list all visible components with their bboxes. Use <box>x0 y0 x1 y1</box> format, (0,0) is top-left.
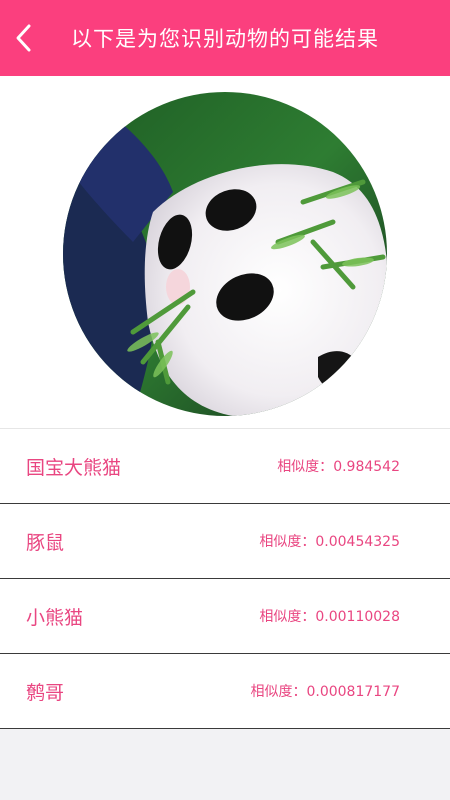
similarity-label: 相似度： <box>277 459 334 475</box>
image-section <box>0 76 450 428</box>
similarity-label: 相似度： <box>259 609 316 625</box>
animal-name: 豚鼠 <box>26 531 65 554</box>
animal-photo <box>63 92 387 416</box>
similarity-value: 0.00110028 <box>315 609 400 625</box>
similarity-score: 相似度：0.984542 <box>277 456 400 476</box>
chevron-left-icon <box>16 24 31 52</box>
result-row[interactable]: 小熊猫 相似度：0.00110028 <box>0 579 450 654</box>
result-row[interactable]: 国宝大熊猫 相似度：0.984542 <box>0 429 450 504</box>
page-title: 以下是为您识别动物的可能结果 <box>71 27 379 51</box>
similarity-label: 相似度： <box>259 534 316 550</box>
result-row[interactable]: 鹩哥 相似度：0.000817177 <box>0 654 450 729</box>
similarity-value: 0.000817177 <box>306 684 400 700</box>
result-row[interactable]: 豚鼠 相似度：0.00454325 <box>0 504 450 579</box>
similarity-value: 0.00454325 <box>315 534 400 550</box>
similarity-score: 相似度：0.00454325 <box>259 531 400 551</box>
similarity-label: 相似度： <box>250 684 307 700</box>
similarity-score: 相似度：0.00110028 <box>259 606 400 626</box>
similarity-value: 0.984542 <box>333 459 400 475</box>
similarity-score: 相似度：0.000817177 <box>250 681 400 701</box>
animal-name: 国宝大熊猫 <box>26 456 122 479</box>
back-button[interactable] <box>4 18 44 58</box>
animal-name: 小熊猫 <box>26 606 84 629</box>
results-list: 国宝大熊猫 相似度：0.984542 豚鼠 相似度：0.00454325 小熊猫… <box>0 428 450 729</box>
app-bar: 以下是为您识别动物的可能结果 <box>0 0 450 76</box>
animal-name: 鹩哥 <box>26 681 65 704</box>
